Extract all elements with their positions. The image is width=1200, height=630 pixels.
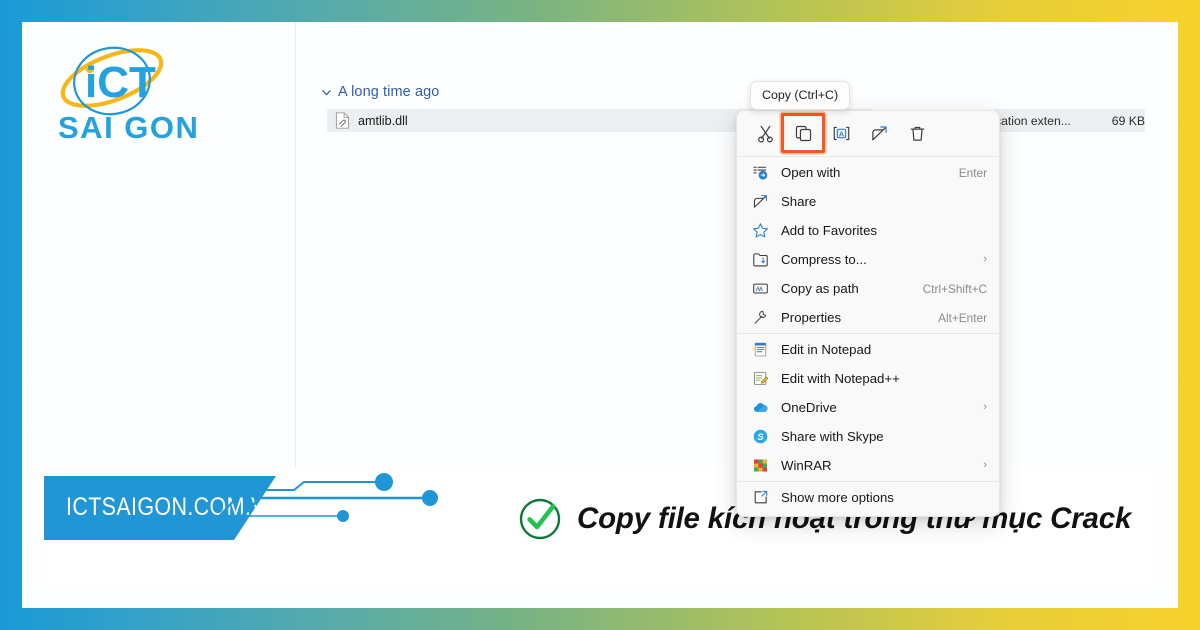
star-icon [751, 222, 769, 240]
file-type-cell: cation exten... [995, 109, 1100, 132]
rename-icon: A [833, 126, 849, 140]
file-name-label: amtlib.dll [358, 113, 408, 128]
share-icon [751, 193, 769, 211]
menu-item-compress-to[interactable]: Compress to... › [737, 245, 999, 274]
menu-item-label: Show more options [781, 490, 894, 505]
svg-text:SAI GON: SAI GON [58, 110, 199, 145]
menu-item-onedrive[interactable]: OneDrive › [737, 393, 999, 422]
menu-item-label: Share with Skype [781, 429, 884, 444]
menu-item-properties[interactable]: Properties Alt+Enter [737, 303, 999, 332]
chevron-right-icon: › [983, 253, 987, 265]
share-icon [871, 125, 887, 140]
skype-icon: S [751, 428, 769, 446]
pane-divider [295, 22, 296, 532]
file-explorer-pane: A long time ago amtlib.dll cation exten.… [295, 22, 1178, 532]
menu-item-label: Properties [781, 310, 842, 325]
menu-item-label: Compress to... [781, 252, 867, 267]
svg-text:S: S [757, 432, 764, 443]
dll-file-icon [335, 112, 350, 129]
menu-item-winrar[interactable]: WinRAR › [737, 451, 999, 480]
context-menu-group-1: Open with Enter Share Add to Favorites C… [737, 158, 999, 332]
menu-item-label: Edit in Notepad [781, 342, 872, 357]
menu-item-accelerator: Alt+Enter [938, 310, 987, 325]
notepadpp-icon [751, 370, 769, 388]
properties-icon [751, 309, 769, 327]
logo-graphic: iCT SAI GON [58, 46, 199, 145]
menu-item-share-with-skype[interactable]: S Share with Skype [737, 422, 999, 451]
menu-separator [737, 156, 999, 157]
menu-item-accelerator: Ctrl+Shift+C [922, 281, 987, 296]
context-menu-group-2: Edit in Notepad Edit with Notepad++ OneD… [737, 335, 999, 480]
svg-text:A: A [838, 129, 844, 138]
cut-button[interactable] [747, 118, 783, 148]
context-menu-group-3: Show more options [737, 483, 999, 512]
delete-button[interactable] [899, 118, 935, 148]
menu-item-share[interactable]: Share [737, 187, 999, 216]
chevron-right-icon: › [983, 401, 987, 413]
menu-item-accelerator: Enter [958, 165, 987, 180]
copy-as-path-icon [751, 280, 769, 298]
chevron-right-icon: › [983, 459, 987, 471]
menu-item-label: WinRAR [781, 458, 832, 473]
open-with-icon [751, 164, 769, 182]
context-menu-icon-toolbar: A [737, 111, 999, 155]
compress-icon [751, 251, 769, 269]
ict-saigon-logo: iCT SAI GON [44, 34, 204, 154]
share-button[interactable] [861, 118, 897, 148]
menu-item-open-with[interactable]: Open with Enter [737, 158, 999, 187]
context-menu: A Open with Enter Share Add to Favorites… [736, 110, 1000, 517]
check-circle-icon [519, 498, 561, 540]
notepad-icon [751, 341, 769, 359]
menu-separator [737, 333, 999, 334]
copy-tooltip: Copy (Ctrl+C) [750, 81, 851, 110]
menu-item-label: Add to Favorites [781, 223, 878, 238]
menu-item-copy-as-path[interactable]: Copy as path Ctrl+Shift+C [737, 274, 999, 303]
winrar-icon [751, 457, 769, 475]
show-more-icon [751, 489, 769, 507]
menu-item-add-to-favorites[interactable]: Add to Favorites [737, 216, 999, 245]
copy-icon [795, 125, 811, 141]
menu-item-label: Share [781, 194, 817, 209]
cut-icon [757, 125, 773, 142]
circuit-decoration [204, 473, 438, 537]
menu-item-label: OneDrive [781, 400, 837, 415]
svg-text:iCT: iCT [85, 58, 156, 107]
file-group-header[interactable]: A long time ago [321, 84, 439, 100]
inner-white-card: iCT SAI GON A long time ago amtlib.dll c… [22, 22, 1178, 608]
copy-button[interactable] [781, 113, 825, 153]
file-size-cell: 69 KB [1100, 109, 1145, 132]
menu-separator [737, 481, 999, 482]
menu-item-label: Edit with Notepad++ [781, 371, 900, 386]
file-group-label: A long time ago [338, 84, 440, 100]
poster-canvas: iCT SAI GON A long time ago amtlib.dll c… [0, 0, 1200, 630]
menu-item-show-more-options[interactable]: Show more options [737, 483, 999, 512]
menu-item-edit-in-notepad[interactable]: Edit in Notepad [737, 335, 999, 364]
onedrive-icon [751, 399, 769, 417]
rename-button[interactable]: A [823, 118, 859, 148]
menu-item-label: Copy as path [781, 281, 859, 296]
chevron-down-icon [322, 89, 331, 95]
menu-item-label: Open with [781, 165, 841, 180]
delete-icon [910, 126, 924, 141]
menu-item-edit-with-notepadpp[interactable]: Edit with Notepad++ [737, 364, 999, 393]
